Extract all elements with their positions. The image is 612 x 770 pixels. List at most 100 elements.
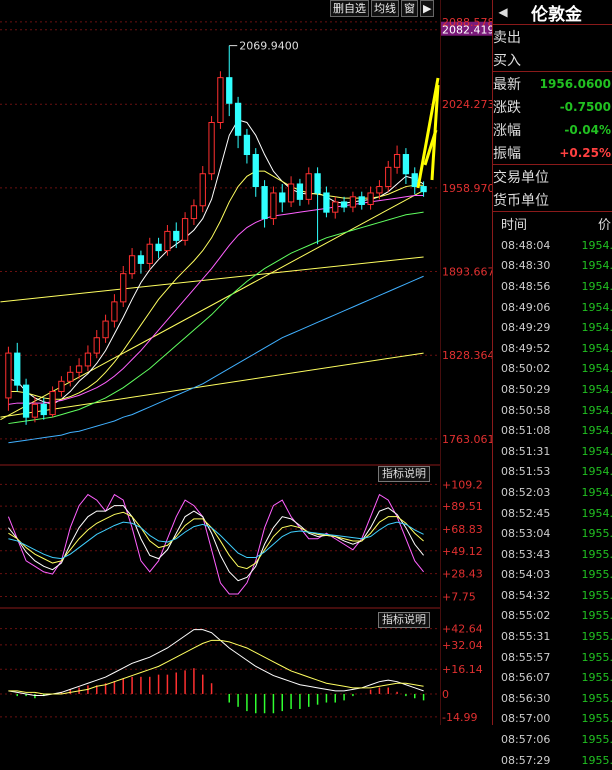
trade-unit-label: 交易单位 xyxy=(493,167,549,187)
tick-row: 08:50:021954. xyxy=(493,359,612,380)
tick-time: 08:56:07 xyxy=(501,671,560,684)
tick-row: 08:49:52 1954. xyxy=(493,338,612,359)
tick-row: 08:54:32 1955. xyxy=(493,585,612,606)
candle-body xyxy=(103,321,108,338)
tick-time: 08:50:29 xyxy=(501,383,560,396)
indicator-line xyxy=(8,512,423,568)
moving-average-button[interactable]: 均线 xyxy=(371,0,399,17)
tick-time: 08:56:30 xyxy=(501,692,560,705)
delete-watchlist-button[interactable]: 删自选 xyxy=(330,0,369,17)
tick-row: 08:54:031955. xyxy=(493,565,612,586)
tick-row: 08:56:07 1955. xyxy=(493,667,612,688)
indicator-help-button-2[interactable]: 指标说明 xyxy=(378,612,430,628)
candle-body xyxy=(235,103,240,135)
tick-row: 08:49:061954. xyxy=(493,297,612,318)
axis-labels: 2088.5782082.4192024.2731958.9701893.667… xyxy=(440,0,492,725)
y-tick-label: 2024.273 xyxy=(442,98,492,111)
tick-price: 1955. xyxy=(582,609,612,622)
change-value: -0.7500 xyxy=(560,100,612,114)
candle-body xyxy=(271,193,276,219)
price-axis: 2088.5782082.4192024.2731958.9701893.667… xyxy=(440,0,492,725)
tick-time: 08:51:08 xyxy=(501,424,560,437)
tick-time: 08:53:43 xyxy=(501,548,560,561)
tick-row: 08:48:041954. xyxy=(493,235,612,256)
tick-row: 08:56:301955. xyxy=(493,688,612,709)
tick-time: 08:55:31 xyxy=(501,630,560,643)
candle-body xyxy=(377,187,382,193)
chart-area: 2069.9400 xyxy=(0,0,440,725)
candle-body xyxy=(306,174,311,200)
play-arrow-icon[interactable]: ▶ xyxy=(420,0,434,17)
indicator-help-button[interactable]: 指标说明 xyxy=(378,466,430,482)
candle-body xyxy=(94,338,99,353)
candle-body xyxy=(350,197,355,207)
quote-header: ◀ 伦敦金 xyxy=(493,0,612,25)
tick-price: 1954. xyxy=(582,445,612,458)
tick-time: 08:50:58 xyxy=(501,404,560,417)
currency-unit-label: 货币单位 xyxy=(493,190,549,210)
candle-body xyxy=(156,244,161,250)
tick-price: 1955. xyxy=(582,733,612,746)
candle-body xyxy=(315,174,320,193)
latest-value: 1956.0600 xyxy=(540,77,612,91)
tick-time: 08:53:04 xyxy=(501,527,560,540)
tick-time: 08:49:52 xyxy=(501,342,560,355)
tick-row: 08:51:08 1954. xyxy=(493,420,612,441)
tick-price: 1954. xyxy=(582,465,612,478)
buy-row: 买入 xyxy=(493,48,612,72)
candle-body xyxy=(288,184,293,202)
tick-row: 08:48:301954. xyxy=(493,256,612,277)
tick-row: 08:53:041955. xyxy=(493,523,612,544)
candle-body xyxy=(129,256,134,274)
candle-body xyxy=(227,78,232,104)
candle-body xyxy=(421,187,426,192)
quote-panel: ◀ 伦敦金 卖出 买入 最新1956.0600 涨跌-0.7500 涨幅-0.0… xyxy=(492,0,612,725)
y-tick-label: +109.2 xyxy=(442,478,483,491)
tick-row: 08:49:29 1954. xyxy=(493,317,612,338)
tick-time: 08:51:31 xyxy=(501,445,560,458)
y-tick-label: +42.64 xyxy=(442,623,483,636)
tick-price: 1954. xyxy=(582,383,612,396)
tick-time: 08:50:02 xyxy=(501,362,560,375)
candle-body xyxy=(324,193,329,212)
tick-time: 08:49:29 xyxy=(501,321,560,334)
tick-row: 08:51:31 1954. xyxy=(493,441,612,462)
latest-row: 最新1956.0600 xyxy=(493,72,612,95)
candle-body xyxy=(68,372,73,381)
instrument-name: 伦敦金 xyxy=(531,0,582,25)
tick-price: 1954. xyxy=(582,342,612,355)
y-tick-label: 1893.667 xyxy=(442,266,492,279)
tick-time: 08:55:57 xyxy=(501,651,560,664)
candle-body xyxy=(50,392,55,415)
tick-price: 1955. xyxy=(582,568,612,581)
trade-unit-row: 交易单位 xyxy=(493,165,612,188)
tick-price: 1954. xyxy=(582,321,612,334)
currency-unit-row: 货币单位 xyxy=(493,188,612,212)
tick-price: 1955. xyxy=(582,651,612,664)
window-button[interactable]: 窗 xyxy=(401,0,418,17)
candle-body xyxy=(333,202,338,212)
tick-price: 1954. xyxy=(582,424,612,437)
back-arrow-icon[interactable]: ◀ xyxy=(493,5,513,19)
tick-price: 1954. xyxy=(582,280,612,293)
candle-body xyxy=(15,353,20,385)
tick-row: 08:57:291955. xyxy=(493,750,612,770)
candle-body xyxy=(218,78,223,123)
y-tick-label: 1958.970 xyxy=(442,182,492,195)
amp-label: 振幅 xyxy=(493,143,521,163)
tick-row: 08:53:431955. xyxy=(493,544,612,565)
tick-time: 08:54:32 xyxy=(501,589,560,602)
tick-price: 1955. xyxy=(582,671,612,684)
candle-body xyxy=(6,353,11,398)
tick-time: 08:48:56 xyxy=(501,280,560,293)
candle-body xyxy=(174,231,179,240)
sell-row: 卖出 xyxy=(493,25,612,48)
tick-time: 08:52:45 xyxy=(501,507,560,520)
tick-price: 1954. xyxy=(582,507,612,520)
candle-body xyxy=(280,193,285,202)
candle-body xyxy=(85,353,90,366)
tick-price: 1955. xyxy=(582,589,612,602)
pct-label: 涨幅 xyxy=(493,120,521,140)
y-tick-label: +7.75 xyxy=(442,590,476,603)
change-label: 涨跌 xyxy=(493,97,521,117)
